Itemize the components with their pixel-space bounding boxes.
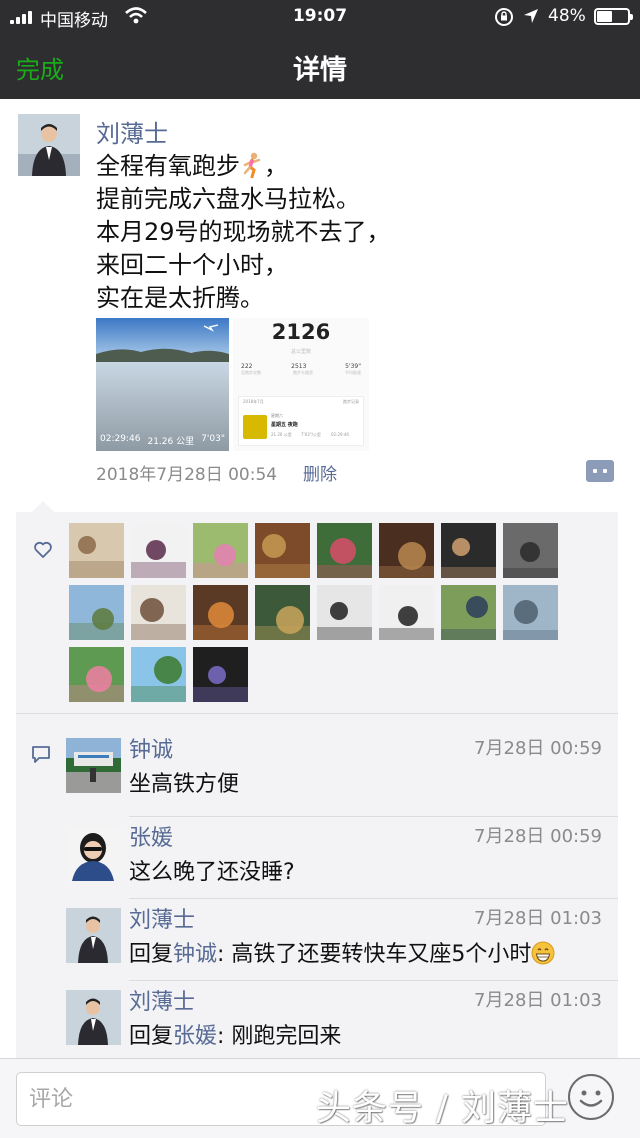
liker-avatar[interactable] [255, 523, 310, 578]
liker-avatar[interactable] [503, 523, 558, 578]
status-bar: 中国移动 19:07 48% [0, 0, 640, 34]
liker-avatar[interactable] [69, 523, 124, 578]
post-photo-stats[interactable]: 2126 总公里数 222 2513 5'39" 总跑步次数 跑步卡路里 平均配… [233, 318, 369, 451]
top-bar: 中国移动 19:07 48% 完成 详情 [0, 0, 640, 99]
liker-avatar[interactable] [255, 585, 310, 640]
comment-menu-button[interactable] [586, 460, 614, 482]
liker-avatar[interactable] [193, 647, 248, 702]
comment-divider [129, 816, 618, 817]
post-photo-lake[interactable]: 02:29:46 21.26 公里 7'03" [96, 318, 229, 451]
liker-avatar[interactable] [69, 585, 124, 640]
comment-time: 7月28日 01:03 [474, 908, 602, 929]
heart-outline-icon [34, 541, 52, 558]
comment-text: 回复张媛: 刚跑完回来 [129, 1024, 342, 1049]
comment-text: 这么晚了还没睡? [129, 860, 295, 885]
liker-avatar[interactable] [317, 523, 372, 578]
comment-text: 回复钟诚: 高铁了还要转快车又座5个小时 [129, 936, 555, 968]
commenter-avatar[interactable] [66, 990, 121, 1045]
page-title: 详情 [293, 55, 347, 86]
comment-time: 7月28日 00:59 [474, 826, 602, 847]
post-line: 来回二十个小时， [96, 251, 288, 279]
liker-avatar[interactable] [379, 523, 434, 578]
watermark: 头条号 / 刘薄士 [316, 1089, 570, 1129]
post-line: 本月29号的现场就不去了， [96, 218, 391, 246]
location-icon [524, 9, 538, 23]
photo-caption: 02:29:46 21.26 公里 7'03" [100, 434, 225, 447]
liker-avatar[interactable] [317, 585, 372, 640]
author-avatar[interactable] [18, 114, 80, 176]
commenter-name[interactable]: 钟诚 [129, 732, 173, 764]
post-line: 实在是太折腾。 [96, 284, 264, 312]
comment-time: 7月28日 00:59 [474, 738, 602, 759]
emoji-button[interactable] [568, 1074, 614, 1120]
smile-icon [579, 1090, 603, 1107]
panel-arrow [32, 501, 54, 512]
liker-avatar[interactable] [441, 585, 496, 640]
liker-avatar[interactable] [503, 585, 558, 640]
run-record-card: 2018年7月 跑步记录 星期六 星期五 夜跑 21.26 公里 7'03"/公… [238, 396, 364, 446]
post-line: 提前完成六盘水马拉松。 [96, 185, 360, 213]
battery-icon [594, 8, 633, 25]
comment-divider [129, 898, 618, 899]
commenter-name[interactable]: 刘薄士 [129, 984, 195, 1016]
post-timestamp: 2018年7月28日 00:54 [96, 465, 278, 485]
total-distance: 2126 [271, 320, 331, 344]
liker-avatar[interactable] [131, 585, 186, 640]
comment-bubble-icon [32, 746, 50, 763]
commenter-avatar[interactable] [66, 826, 121, 881]
commenter-avatar[interactable] [66, 738, 121, 793]
commenter-name[interactable]: 刘薄士 [129, 902, 195, 934]
post-text: 全程有氧跑步， 提前完成六盘水马拉松。 本月29号的现场就不去了， 来回二十个小… [96, 150, 616, 315]
runner-icon [243, 152, 261, 178]
liker-avatar[interactable] [131, 647, 186, 702]
liker-avatar[interactable] [131, 523, 186, 578]
liker-avatar[interactable] [193, 523, 248, 578]
liker-avatar[interactable] [69, 647, 124, 702]
commenter-name[interactable]: 张媛 [129, 820, 173, 852]
comment-text: 坐高铁方便 [129, 772, 240, 797]
reply-target[interactable]: 钟诚 [173, 942, 217, 967]
rotation-lock-icon [495, 8, 513, 26]
battery-percent: 48% [548, 6, 586, 26]
comment-divider [129, 980, 618, 981]
liker-avatar[interactable] [441, 523, 496, 578]
grin-emoji-icon [531, 941, 555, 965]
comment-time: 7月28日 01:03 [474, 990, 602, 1011]
author-name[interactable]: 刘薄士 [96, 114, 168, 149]
divider [16, 713, 618, 714]
post-line: 全程有氧跑步， [96, 152, 288, 180]
delete-button[interactable]: 删除 [303, 460, 337, 485]
reply-target[interactable]: 张媛 [173, 1024, 217, 1049]
commenter-avatar[interactable] [66, 908, 121, 963]
route-map-thumbnail [243, 415, 267, 439]
status-time: 19:07 [292, 6, 348, 26]
liker-avatar[interactable] [379, 585, 434, 640]
liker-avatar[interactable] [193, 585, 248, 640]
